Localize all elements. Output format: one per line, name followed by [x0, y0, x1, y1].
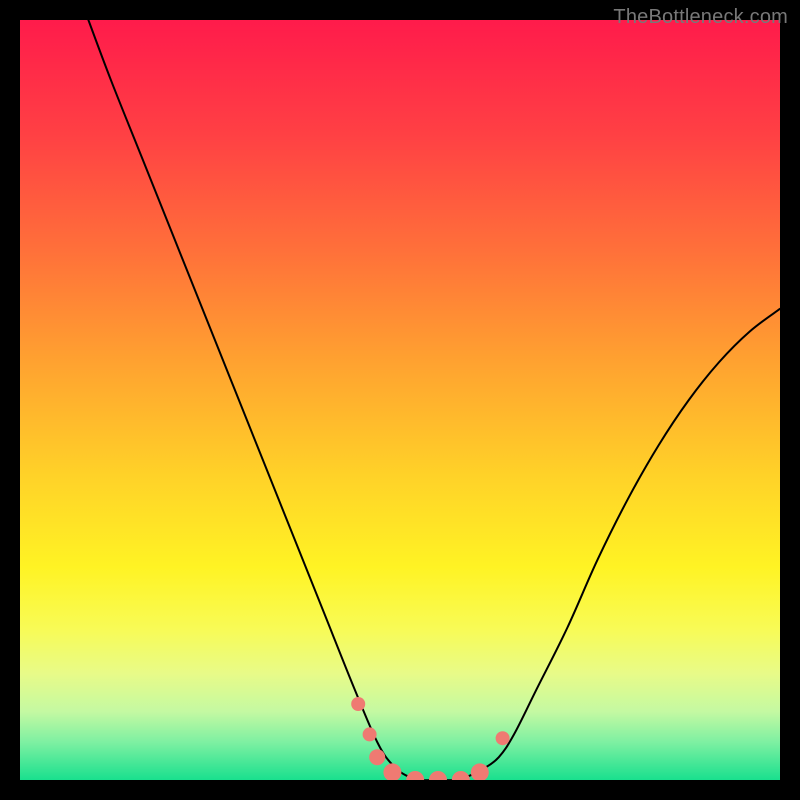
data-marker [496, 731, 510, 745]
data-marker [363, 727, 377, 741]
chart-svg [20, 20, 780, 780]
data-marker [351, 697, 365, 711]
gradient-background [20, 20, 780, 780]
chart-frame: TheBottleneck.com [0, 0, 800, 800]
plot-area [20, 20, 780, 780]
attribution-text: TheBottleneck.com [613, 6, 788, 29]
data-marker [369, 749, 385, 765]
